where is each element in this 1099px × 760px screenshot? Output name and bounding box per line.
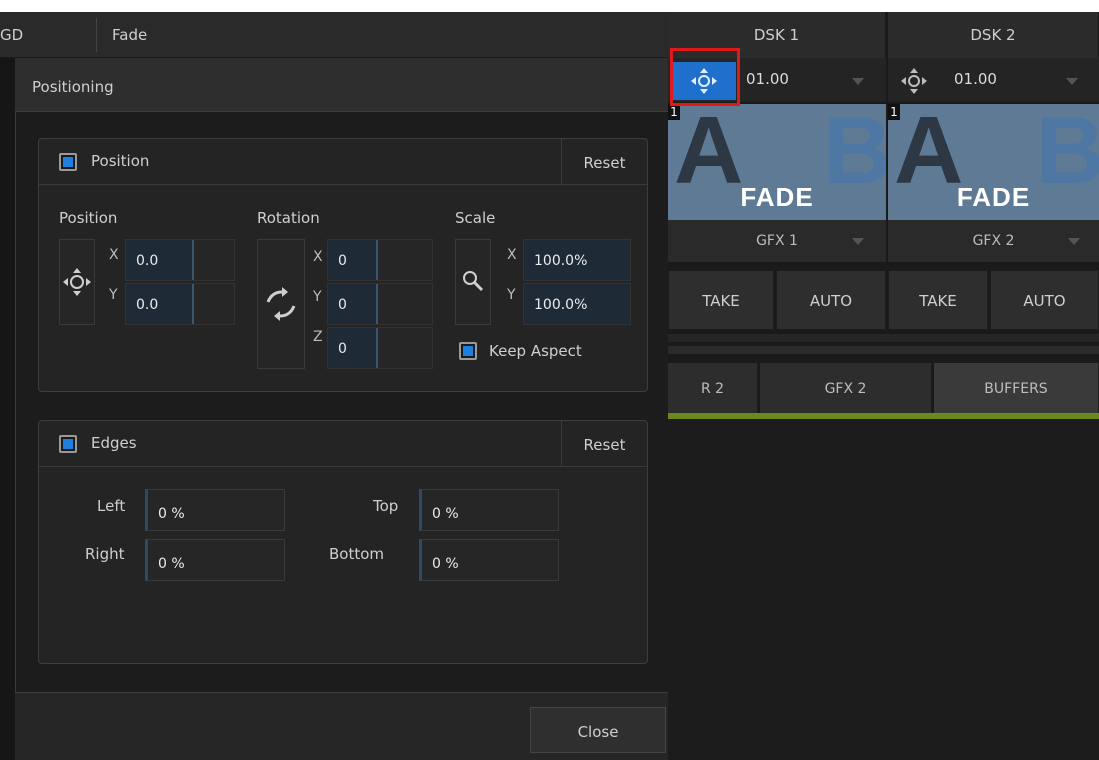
scale-x-value: 100.0% — [534, 253, 588, 269]
dsk2-header: DSK 2 — [888, 12, 1099, 58]
position-y-axis-label: Y — [109, 287, 118, 303]
rotation-label: Rotation — [257, 209, 320, 227]
scale-label: Scale — [455, 209, 496, 227]
dsk2-controls: 01.00 — [888, 58, 1099, 102]
rotation-x-slider[interactable] — [376, 240, 432, 280]
keep-aspect-checkbox[interactable] — [459, 342, 477, 360]
rotation-z-axis-label: Z — [313, 329, 323, 345]
edges-group-title: Edges — [91, 434, 137, 452]
position-x-value: 0.0 — [136, 253, 159, 269]
divider-strip — [668, 334, 1099, 342]
chevron-down-icon[interactable] — [852, 238, 864, 245]
rotation-x-input[interactable]: 0 — [327, 239, 433, 281]
tab-gfx2[interactable]: GFX 2 — [760, 363, 932, 413]
position-y-slider[interactable] — [192, 284, 234, 324]
scale-x-input[interactable]: 100.0% — [523, 239, 631, 281]
scale-y-value: 100.0% — [534, 297, 588, 313]
position-reset-button[interactable]: Reset — [561, 139, 647, 185]
dsk2-thumb-number: 1 — [888, 104, 900, 120]
edge-left-input[interactable]: 0 % — [145, 489, 285, 531]
close-button[interactable]: Close — [530, 707, 666, 753]
rotation-z-slider[interactable] — [376, 328, 432, 368]
position-y-input[interactable]: 0.0 — [125, 283, 235, 325]
rotation-z-input[interactable]: 0 — [327, 327, 433, 369]
position-y-value: 0.0 — [136, 297, 159, 313]
keep-aspect-label: Keep Aspect — [489, 342, 582, 360]
rotation-drag-handle[interactable] — [257, 239, 305, 369]
buffers-content-area — [668, 419, 1099, 760]
position-label: Position — [59, 209, 118, 227]
tab-r2[interactable]: R 2 — [668, 363, 758, 413]
position-enable-checkbox[interactable] — [59, 153, 77, 171]
move-arrows-icon — [63, 268, 91, 296]
dsk1-source-label: GFX 1 — [756, 233, 798, 249]
dsk1-auto-button[interactable]: AUTO — [776, 270, 886, 330]
magnifier-icon — [463, 271, 484, 292]
tab-buffers[interactable]: BUFFERS — [934, 363, 1099, 413]
scale-drag-handle[interactable] — [455, 239, 491, 325]
rotation-y-slider[interactable] — [376, 284, 432, 324]
highlight-box — [670, 48, 740, 106]
position-drag-handle[interactable] — [59, 239, 95, 325]
dsk2-duration[interactable]: 01.00 — [954, 70, 997, 88]
rotation-x-axis-label: X — [313, 249, 323, 265]
dsk1-transition-label: FADE — [740, 182, 814, 212]
edge-bottom-input[interactable]: 0 % — [419, 539, 559, 581]
dsk2-auto-button[interactable]: AUTO — [990, 270, 1099, 330]
position-x-slider[interactable] — [192, 240, 234, 280]
position-group-title: Position — [91, 152, 150, 170]
dsk2-transition-label: FADE — [956, 182, 1031, 212]
dsk2-position-button[interactable] — [892, 62, 942, 100]
move-arrows-icon — [901, 68, 927, 94]
dsk2-take-button[interactable]: TAKE — [888, 270, 988, 330]
rotation-y-axis-label: Y — [313, 289, 322, 305]
dsk2-source-label: GFX 2 — [972, 233, 1015, 249]
dialog-title: Positioning — [15, 58, 668, 112]
divider-strip — [668, 346, 1099, 354]
rotation-y-value: 0 — [338, 297, 347, 313]
chevron-down-icon[interactable] — [1068, 238, 1080, 245]
position-x-input[interactable]: 0.0 — [125, 239, 235, 281]
edge-right-input[interactable]: 0 % — [145, 539, 285, 581]
edge-left-label: Left — [97, 497, 126, 515]
rotate-arrows-icon — [266, 287, 296, 321]
position-group: Position Reset Position X Y 0.0 0.0 Rota… — [38, 138, 648, 392]
scale-y-axis-label: Y — [507, 287, 516, 303]
dsk2-preview[interactable]: A B FADE 1 — [888, 104, 1099, 220]
edges-reset-button[interactable]: Reset — [561, 421, 647, 467]
transition-name[interactable]: Fade — [112, 12, 147, 58]
edge-right-label: Right — [85, 545, 125, 563]
top-toolbar: GD Fade — [0, 12, 668, 58]
rotation-x-value: 0 — [338, 253, 347, 269]
rotation-y-input[interactable]: 0 — [327, 283, 433, 325]
scale-y-input[interactable]: 100.0% — [523, 283, 631, 325]
position-group-header: Position Reset — [39, 139, 647, 185]
edges-group: Edges Reset Left 0 % Right 0 % Top 0 % B… — [38, 420, 648, 664]
scale-x-axis-label: X — [507, 247, 517, 263]
toolbar-left-label: GD — [0, 26, 24, 44]
rotation-z-value: 0 — [338, 341, 347, 357]
toolbar-divider — [96, 18, 97, 52]
dsk1-take-button[interactable]: TAKE — [668, 270, 774, 330]
dsk1-thumb-number: 1 — [668, 104, 680, 120]
edges-enable-checkbox[interactable] — [59, 435, 77, 453]
dsk1-duration[interactable]: 01.00 — [746, 70, 789, 88]
chevron-down-icon[interactable] — [1066, 78, 1078, 85]
left-edge-strip — [0, 58, 15, 760]
edge-top-label: Top — [373, 497, 399, 515]
chevron-down-icon[interactable] — [852, 78, 864, 85]
position-x-axis-label: X — [109, 247, 119, 263]
edge-top-input[interactable]: 0 % — [419, 489, 559, 531]
edges-group-header: Edges Reset — [39, 421, 647, 467]
edge-bottom-label: Bottom — [329, 545, 385, 563]
dsk1-preview[interactable]: A B FADE 1 — [668, 104, 886, 220]
